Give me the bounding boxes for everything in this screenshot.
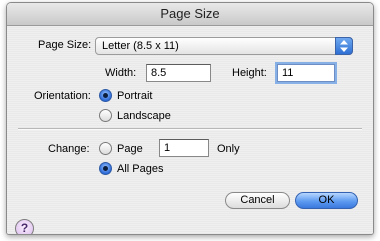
portrait-radio[interactable] (99, 89, 112, 102)
help-icon[interactable]: ? (15, 219, 34, 234)
all-pages-radio[interactable] (99, 162, 112, 175)
change-label: Change: (48, 143, 90, 155)
landscape-radio[interactable] (99, 109, 112, 122)
portrait-label[interactable]: Portrait (117, 90, 152, 102)
height-field[interactable] (277, 64, 335, 82)
title-bar[interactable]: Page Size (7, 3, 373, 26)
page-size-dialog: Page Size Page Size: Letter (8.5 x 11) W… (6, 2, 374, 235)
all-pages-label[interactable]: All Pages (117, 163, 163, 175)
orientation-label: Orientation: (34, 90, 91, 102)
page-radio[interactable] (99, 142, 112, 155)
up-down-arrows-icon (335, 37, 353, 55)
page-size-value: Letter (8.5 x 11) (102, 40, 179, 52)
dialog-title: Page Size (160, 6, 220, 21)
height-label: Height: (232, 67, 267, 79)
cancel-button[interactable]: Cancel (225, 192, 290, 209)
ok-button[interactable]: OK (295, 192, 358, 209)
width-label: Width: (105, 67, 137, 79)
width-field[interactable] (146, 64, 211, 82)
page-size-label: Page Size: (38, 39, 92, 51)
landscape-label[interactable]: Landscape (117, 110, 171, 122)
page-size-popup[interactable]: Letter (8.5 x 11) (95, 37, 353, 55)
separator (18, 128, 362, 130)
dialog-content: Page Size: Letter (8.5 x 11) Width: Heig… (7, 26, 373, 234)
only-label: Only (217, 143, 240, 155)
page-radio-label[interactable]: Page (117, 143, 143, 155)
page-number-field[interactable] (159, 139, 209, 157)
